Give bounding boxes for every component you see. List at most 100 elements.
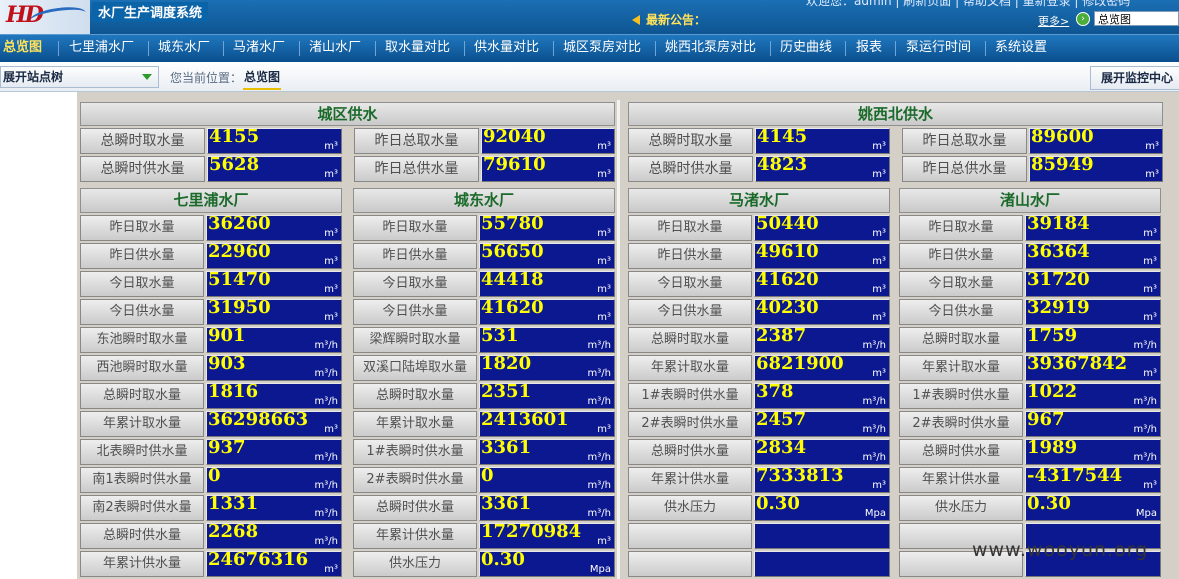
value-display: 901 m³/h [206,325,342,353]
expand-monitor-button[interactable]: 展开监控中心 [1090,66,1179,90]
value-display: 22960 m³ [206,241,342,269]
value-display [754,523,890,549]
value-unit: m³ [324,284,338,295]
value-number: 36298663 [208,409,309,430]
value-number: 79610 [483,154,546,175]
value-unit: m³/h [314,368,338,379]
value-number: 3361 [481,437,532,458]
value-unit: m³/h [1133,424,1157,435]
value-number: 2834 [756,437,807,458]
dropdown-arrow-icon [142,74,152,80]
metric-label: 年累计供水量 [80,551,204,577]
value-number: 531 [481,325,519,346]
value-display: 32919 m³ [1025,297,1161,325]
nav-item-5[interactable]: 取水量对比 [385,35,450,61]
value-display: 5628 m³ [207,154,342,182]
breadcrumb-bar: 展开站点树 您当前位置： 总览图 展开监控中心 [0,62,1179,92]
value-display: 1816 m³/h [206,381,342,409]
value-number: 0 [481,465,494,486]
value-unit: m³ [872,228,886,239]
nav-item-11[interactable]: 泵运行时间 [906,35,971,61]
nav-item-3[interactable]: 马渚水厂 [233,35,285,61]
metric-label: 总瞬时供水量 [628,439,752,465]
metric-label: 昨日总供水量 [354,156,479,182]
value-display: 7333813 m³ [754,465,890,493]
value-display: 1759 m³/h [1025,325,1161,353]
value-number: 967 [1027,409,1065,430]
value-unit: m³/h [587,508,611,519]
value-unit: m³/h [587,480,611,491]
value-unit: m³/h [862,396,886,407]
value-display: 79610 m³ [481,154,615,182]
metric-label: 年累计供水量 [899,467,1023,493]
nav-item-8[interactable]: 姚西北泵房对比 [665,35,756,61]
value-number: 1989 [1027,437,1078,458]
value-display: 2457 m³/h [754,409,890,437]
value-display: 937 m³/h [206,437,342,465]
nav-item-0[interactable]: 总览图 [3,35,42,61]
value-display: 2351 m³/h [479,381,615,409]
metric-label: 昨日总取水量 [354,128,479,154]
page-select[interactable]: 总览图 [1094,11,1179,26]
metric-label: 供水压力 [628,495,752,521]
value-unit: m³ [597,536,611,547]
value-number: 49610 [756,241,819,262]
metric-label: 西池瞬时取水量 [80,355,204,381]
metric-label: 今日供水量 [353,299,477,325]
nav-divider [895,41,896,56]
value-unit: m³ [597,284,611,295]
nav-item-6[interactable]: 供水量对比 [474,35,539,61]
more-link[interactable]: 更多> [1038,13,1069,29]
nav-item-12[interactable]: 系统设置 [995,35,1047,61]
value-unit: m³/h [1133,396,1157,407]
nav-item-7[interactable]: 城区泵房对比 [563,35,641,61]
nav-item-2[interactable]: 城东水厂 [158,35,210,61]
nav-item-4[interactable]: 渚山水厂 [309,35,361,61]
value-number: 31720 [1027,269,1090,290]
value-unit: m³ [324,424,338,435]
value-display: 0.30 Mpa [754,493,890,521]
watermark: www.wooyun.org [972,539,1149,561]
value-number: 17270984 [481,521,582,542]
metric-label: 昨日供水量 [628,243,752,269]
value-display: 4823 m³ [755,154,890,182]
metric-label: 今日取水量 [628,271,752,297]
value-display: 378 m³/h [754,381,890,409]
metric-label: 总瞬时取水量 [899,327,1023,353]
value-display: 24676316 m³ [206,549,342,577]
breadcrumb-current[interactable]: 总览图 [243,68,282,90]
speaker-icon [632,15,640,25]
value-number: 51470 [208,269,271,290]
value-number: 0.30 [1027,493,1071,514]
value-display: 531 m³/h [479,325,615,353]
value-display: 44418 m³ [479,269,615,297]
metric-label: 总瞬时供水量 [353,495,477,521]
nav-item-10[interactable]: 报表 [856,35,882,61]
value-number: 3361 [481,493,532,514]
value-display: 0.30 Mpa [1025,493,1161,521]
metric-label: 2#表瞬时供水量 [899,411,1023,437]
value-number: 7333813 [756,465,844,486]
nav-divider [985,41,986,56]
top-links[interactable]: 欢迎您：admin | 刷新页面 | 帮助文档 | 重新登录 | 修改密码 [806,0,1130,9]
value-unit: m³/h [314,396,338,407]
value-number: 1816 [208,381,259,402]
value-unit: m³ [597,256,611,267]
value-display: 0 m³/h [479,465,615,493]
metric-label: 总瞬时取水量 [80,128,205,154]
value-display: 1022 m³/h [1025,381,1161,409]
metric-label: 2#表瞬时供水量 [628,411,752,437]
nav-item-9[interactable]: 历史曲线 [780,35,832,61]
value-unit: m³ [324,169,338,180]
nav-item-1[interactable]: 七里浦水厂 [69,35,134,61]
value-number: 901 [208,325,246,346]
metric-label: 总瞬时取水量 [628,128,753,154]
value-display: 39184 m³ [1025,213,1161,241]
expand-tree-button[interactable]: 展开站点树 [0,66,159,88]
plant-title: 七里浦水厂 [80,188,342,213]
metric-label: 昨日总供水量 [902,156,1027,182]
value-display: 41620 m³ [479,297,615,325]
value-number: 4145 [757,126,808,147]
go-icon[interactable]: › [1076,12,1090,26]
value-unit: m³ [324,256,338,267]
